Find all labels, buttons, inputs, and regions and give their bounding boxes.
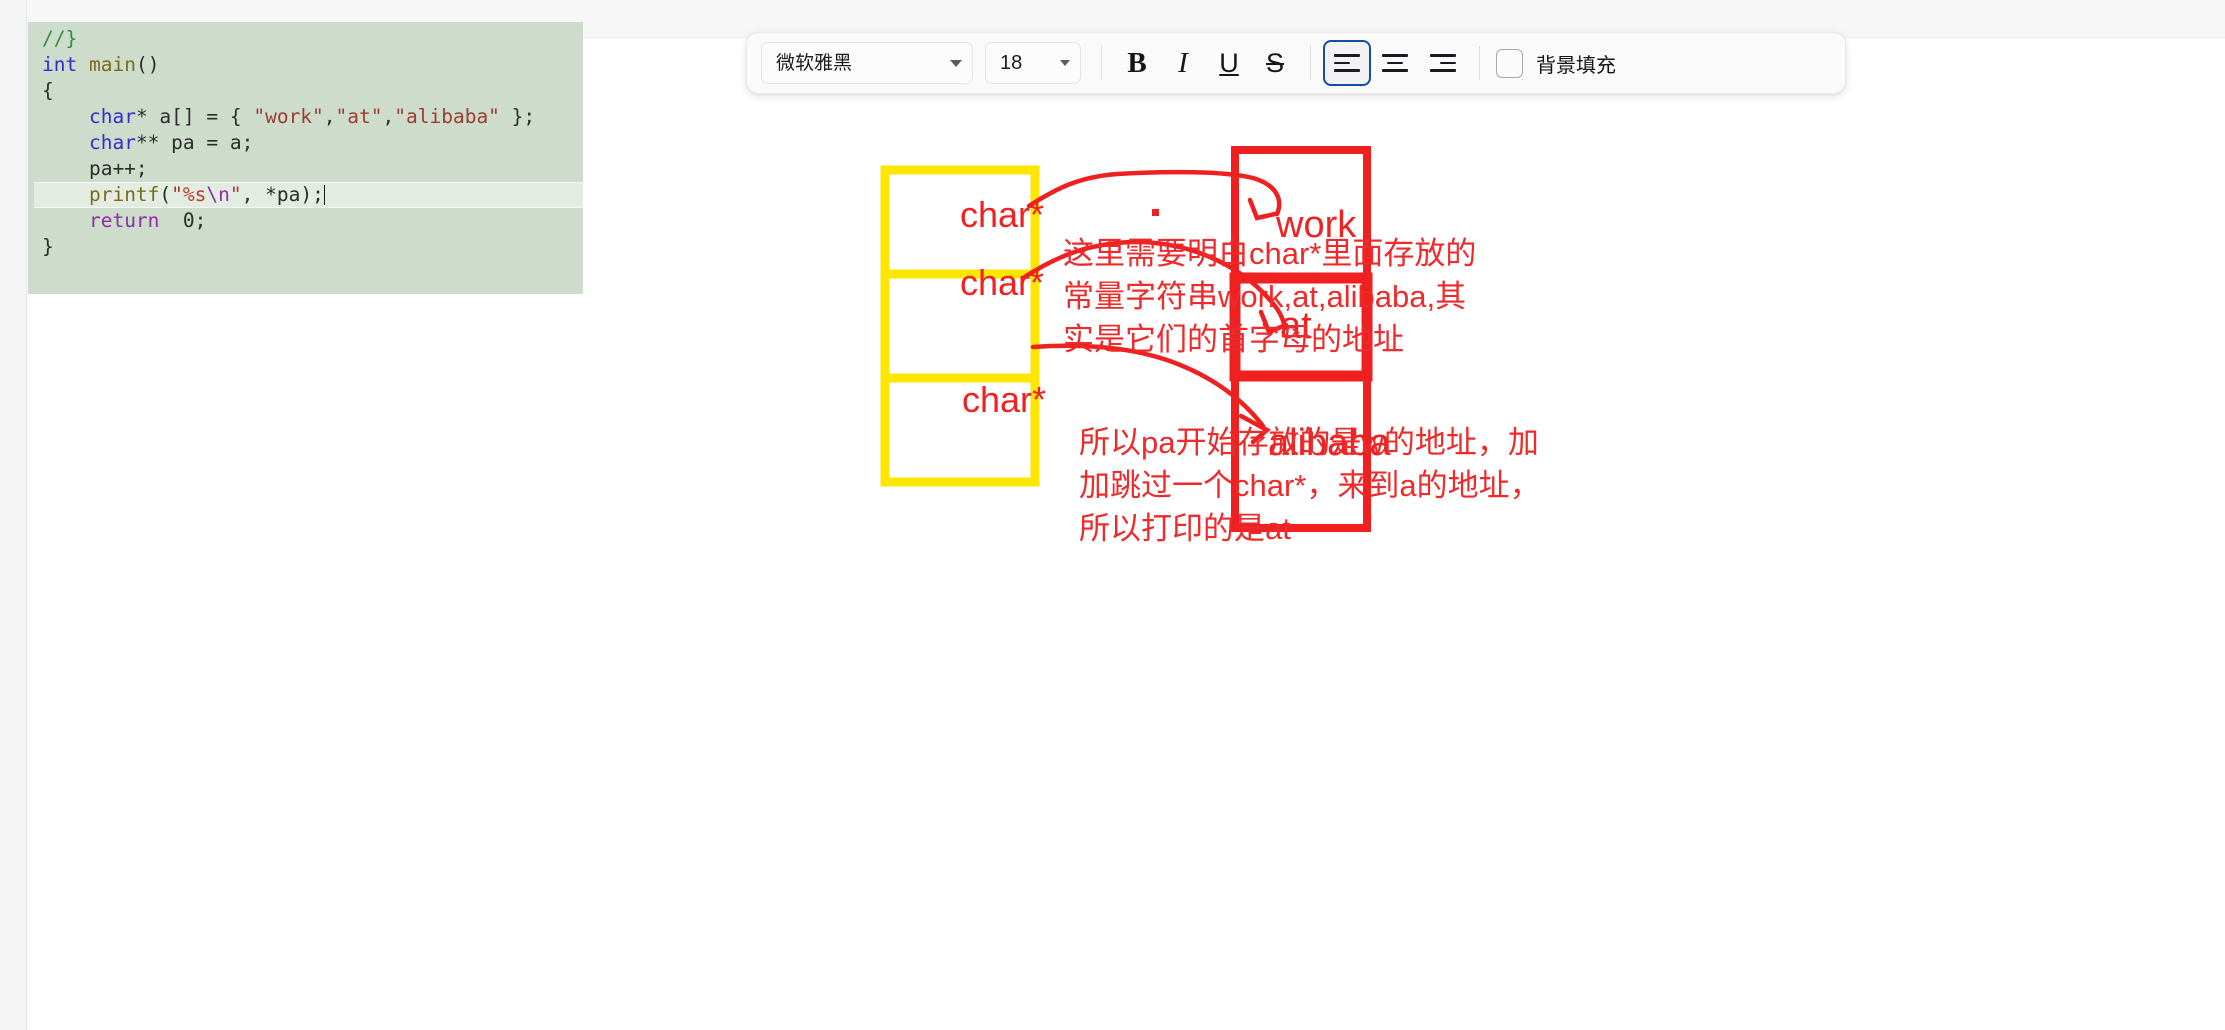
align-left-button[interactable] [1323, 40, 1371, 86]
pointer-diagram: char* char* char* work at alibaba 这里需要明白… [27, 38, 2225, 1030]
annotation-pa-increment: 所以pa开始存放的是w的地址，加 加跳过一个char*，来到a的地址， 所以打印… [1079, 425, 1541, 546]
font-family-select[interactable]: 微软雅黑 [761, 42, 973, 84]
font-family-value: 微软雅黑 [776, 52, 853, 74]
font-size-select[interactable]: 18 [985, 42, 1081, 84]
align-center-button[interactable] [1371, 40, 1419, 86]
font-size-value: 18 [1000, 52, 1023, 74]
pointer-cell-label: char* [960, 262, 1045, 303]
background-fill-label: 背景填充 [1536, 54, 1616, 77]
underline-icon: U [1219, 47, 1239, 78]
annotation-char-pointer-contents: 这里需要明白char*里面存放的 常量字符串work,at,alibaba,其 … [1063, 236, 1477, 357]
align-right-button[interactable] [1419, 40, 1467, 86]
background-fill-toggle[interactable]: 背景填充 [1496, 48, 1616, 78]
toolbar-divider [1479, 46, 1480, 80]
toolbar-divider [1101, 46, 1102, 80]
pointer-cell-label: char* [960, 194, 1045, 235]
checkbox-icon[interactable] [1496, 48, 1523, 78]
underline-button[interactable]: U [1206, 41, 1252, 85]
chevron-down-icon [950, 59, 962, 67]
align-center-icon [1382, 54, 1408, 72]
align-left-icon [1334, 54, 1360, 72]
align-right-icon [1430, 54, 1456, 72]
bold-button[interactable]: B [1114, 41, 1160, 85]
format-toolbar: 微软雅黑 18 B I U S 背景填充 [746, 32, 1846, 94]
ink-dot-mark [1152, 209, 1159, 216]
app-root: 微软雅黑 18 B I U S 背景填充 //} int main() {ch… [0, 0, 2225, 1030]
left-gutter-rail [0, 0, 27, 1030]
document-canvas[interactable]: 微软雅黑 18 B I U S 背景填充 //} int main() {ch… [27, 22, 2225, 1030]
strikethrough-icon: S [1265, 47, 1284, 78]
pointer-cell-label: char* [962, 379, 1047, 420]
italic-button[interactable]: I [1160, 41, 1206, 85]
bold-icon: B [1127, 46, 1147, 79]
chevron-down-icon [1060, 60, 1070, 66]
toolbar-divider [1310, 46, 1311, 80]
strikethrough-button[interactable]: S [1252, 41, 1298, 85]
italic-icon: I [1178, 46, 1188, 79]
